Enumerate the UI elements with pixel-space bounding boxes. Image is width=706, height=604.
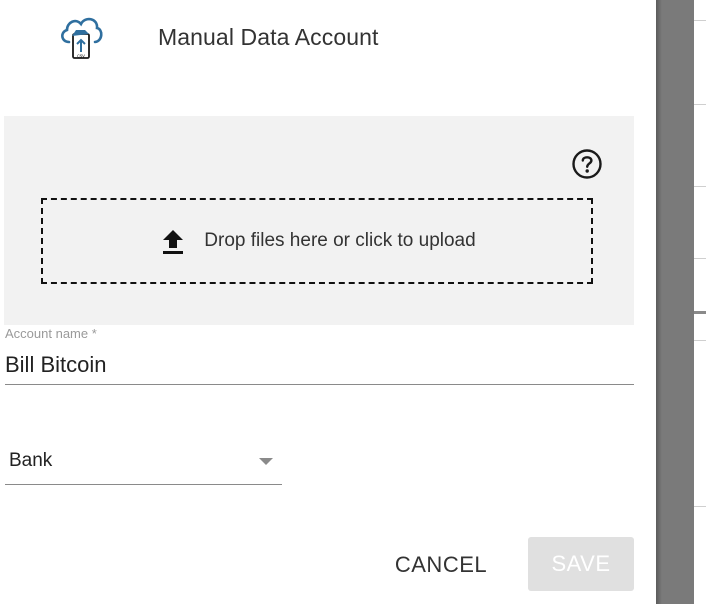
cloud-csv-upload-icon: csv <box>61 17 103 60</box>
background-divider <box>694 258 706 259</box>
help-circle-icon[interactable] <box>571 148 603 180</box>
account-name-input[interactable] <box>5 345 634 385</box>
csv-badge-text: csv <box>77 54 85 60</box>
caret-down-icon <box>259 458 273 465</box>
background-page-panel <box>694 0 706 604</box>
background-divider <box>694 186 706 187</box>
account-type-value: Bank <box>9 450 53 471</box>
save-button[interactable]: SAVE <box>528 537 634 591</box>
background-divider <box>694 20 706 21</box>
background-divider <box>694 340 706 341</box>
manual-data-account-dialog: csv Manual Data Account Drop files here … <box>0 0 656 604</box>
background-divider <box>694 311 706 314</box>
account-name-label: Account name * <box>5 326 97 341</box>
upload-section: Drop files here or click to upload <box>4 116 634 325</box>
cancel-button[interactable]: CANCEL <box>380 540 502 590</box>
dropzone-text: Drop files here or click to upload <box>204 230 476 251</box>
background-divider <box>694 506 706 507</box>
upload-arrow-icon <box>163 230 184 254</box>
background-divider <box>694 104 706 105</box>
dialog-shadow <box>656 0 662 604</box>
account-type-select[interactable]: Bank <box>5 440 282 485</box>
file-dropzone[interactable]: Drop files here or click to upload <box>41 198 593 284</box>
dialog-title: Manual Data Account <box>158 24 379 50</box>
